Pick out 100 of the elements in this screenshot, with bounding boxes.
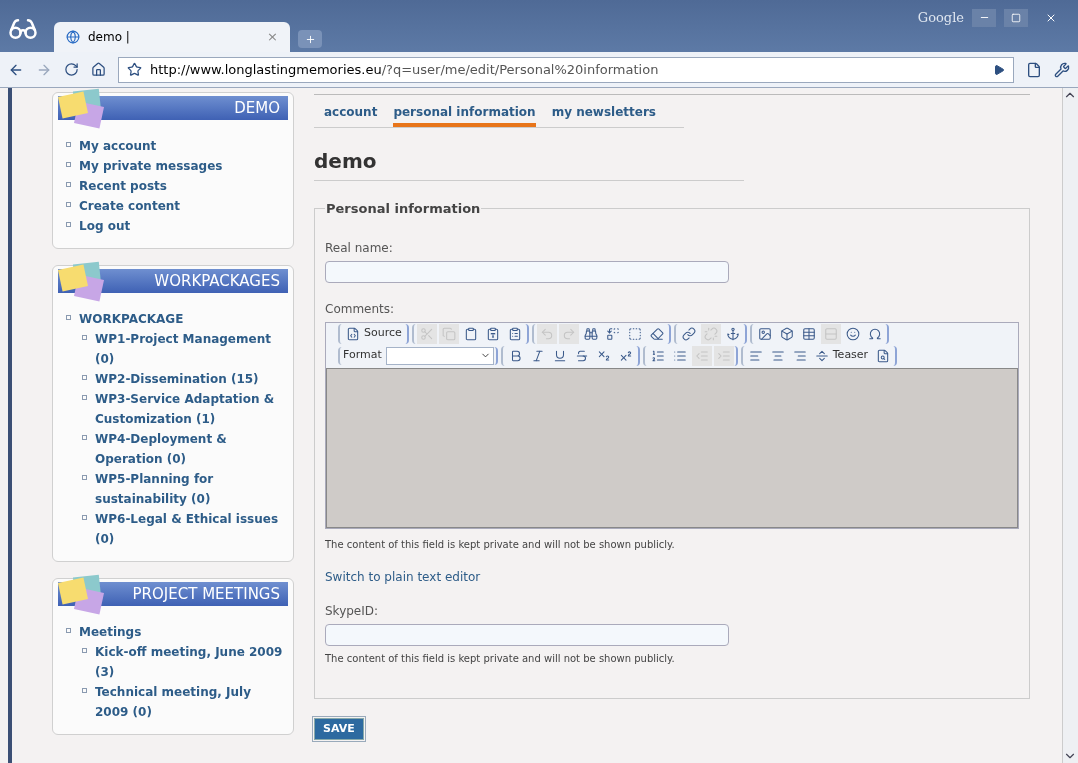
menu-link[interactable]: WP6-Legal & Ethical issues (0) [95, 509, 288, 549]
profile-tab[interactable]: personal information [393, 103, 536, 127]
scrollbar[interactable] [1062, 88, 1078, 763]
fieldset-legend: Personal information [325, 199, 482, 219]
image-icon [757, 326, 772, 341]
field-label: Comments: [325, 300, 396, 318]
outdent-icon [694, 348, 709, 363]
reload-icon[interactable] [64, 62, 79, 77]
eraser-icon [649, 326, 664, 341]
redo-icon [561, 326, 576, 341]
profile-tab[interactable]: account [324, 103, 378, 127]
menu-link[interactable]: Technical meeting, July 2009 (0) [95, 682, 288, 722]
bullet-icon [82, 375, 87, 380]
menu-link[interactable]: Kick-off meeting, June 2009 (3) [95, 642, 288, 682]
smiley-icon [845, 326, 860, 341]
field-label: SkypeID: [325, 602, 380, 620]
subscript-icon [596, 348, 611, 363]
link-icon [681, 326, 696, 341]
anchor-icon [725, 326, 740, 341]
copy-icon [441, 326, 456, 341]
underline-icon [552, 348, 567, 363]
teaser-button[interactable]: Teaser [811, 345, 872, 366]
scissors-icon [419, 326, 434, 341]
field-help-text: The content of this field is kept private and will not be shown publicly. [325, 537, 676, 552]
align-center-icon [770, 348, 785, 363]
bullet-icon [66, 182, 71, 187]
preview-icon [876, 348, 891, 363]
menu-link[interactable]: WORKPACKAGE [79, 309, 184, 329]
clipboard-list-icon [507, 326, 522, 341]
omega-icon [867, 326, 882, 341]
menu-link[interactable]: Create content [79, 196, 181, 216]
play-icon[interactable] [993, 63, 1005, 76]
menu-link[interactable]: WP5-Planning for sustainability (0) [95, 469, 288, 509]
field-help-text: The content of this field is kept private and will not be shown publicly. [325, 651, 676, 666]
globe-icon [66, 30, 80, 44]
menu-link[interactable]: WP3-Service Adaptation & Customization (1) [95, 389, 288, 429]
bullet-icon [66, 628, 71, 633]
close-tab-button[interactable]: × [267, 27, 278, 47]
numbered-list-icon [650, 348, 665, 363]
notes-icon [60, 90, 106, 130]
menu-link[interactable]: My private messages [79, 156, 223, 176]
real-name-input[interactable] [325, 260, 729, 283]
bullet-icon [82, 475, 87, 480]
plus-icon [304, 33, 316, 45]
menu-link[interactable]: My account [79, 136, 157, 156]
new-tab-button[interactable] [298, 30, 322, 48]
maximize-icon [1011, 12, 1021, 23]
format-label: Format [343, 347, 382, 364]
block-title: DEMO [234, 99, 280, 117]
strikethrough-icon [574, 348, 589, 363]
home-icon[interactable] [91, 62, 106, 77]
source-icon [346, 326, 360, 341]
bullet-icon [66, 202, 71, 207]
profile-tab[interactable]: my newsletters [551, 103, 656, 127]
notes-icon [60, 576, 106, 616]
bullet-icon [82, 515, 87, 520]
maximize-button[interactable] [1004, 8, 1028, 27]
indent-icon [716, 348, 731, 363]
box-icon [779, 326, 794, 341]
italic-icon [530, 348, 545, 363]
menu-link[interactable]: WP2-Dissemination (15) [95, 369, 259, 389]
notes-icon [60, 263, 106, 303]
page-menu-icon[interactable] [1026, 61, 1042, 78]
align-right-icon [792, 348, 807, 363]
clipboard-text-icon [485, 326, 500, 341]
bullet-icon [82, 688, 87, 693]
clipboard-icon [463, 326, 478, 341]
tab-title: demo | [88, 29, 131, 46]
skype-id-input[interactable] [325, 623, 729, 646]
replace-icon [605, 326, 620, 341]
address-bar[interactable]: http://www.longlastingmemories.eu/?q=user/me/edit/Personal%20information [118, 56, 1014, 83]
save-button[interactable]: SAVE [314, 717, 364, 740]
bullet-icon [66, 162, 71, 167]
bullet-icon [82, 335, 87, 340]
source-button[interactable]: Source [343, 323, 405, 344]
dashed-square-icon [627, 326, 642, 341]
menu-link[interactable]: WP4-Deployment & Operation (0) [95, 429, 288, 469]
menu-link[interactable]: WP1-Project Management (0) [95, 329, 288, 369]
menu-link[interactable]: Log out [79, 216, 131, 236]
superscript-icon [618, 348, 633, 363]
settings-icon[interactable] [1054, 61, 1070, 78]
menu-link[interactable]: Meetings [79, 622, 142, 642]
browser-tab[interactable]: demo | × [54, 22, 290, 52]
menu-link[interactable]: Recent posts [79, 176, 167, 196]
align-left-icon [748, 348, 763, 363]
bullet-icon [82, 435, 87, 440]
bullet-icon [66, 222, 71, 227]
bullet-icon [82, 648, 87, 653]
table-icon [801, 326, 816, 341]
bullet-icon [82, 395, 87, 400]
block-title: PROJECT MEETINGS [132, 585, 280, 603]
undo-icon [539, 326, 554, 341]
bullet-icon [66, 315, 71, 320]
block-title: WORKPACKAGES [154, 272, 280, 290]
plain-text-editor-link[interactable]: Switch to plain text editor [325, 567, 1019, 586]
brand-label: Google [917, 9, 964, 27]
url-text: http://www.longlastingmemories.eu/?q=user/me/edit/Personal%20information [150, 60, 659, 79]
field-label: Real name: [325, 239, 394, 257]
bullet-icon [66, 142, 71, 147]
bullet-list-icon [672, 348, 687, 363]
